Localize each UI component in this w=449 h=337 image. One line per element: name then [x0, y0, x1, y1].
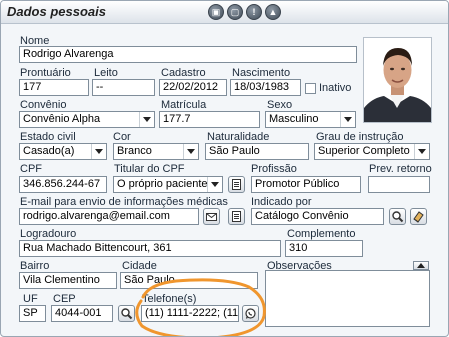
- highlight-annotation: [135, 278, 266, 336]
- personal-data-panel: Dados pessoais ▣ ▢ ! ▲ Nome Rodrigo Alva…: [0, 0, 449, 337]
